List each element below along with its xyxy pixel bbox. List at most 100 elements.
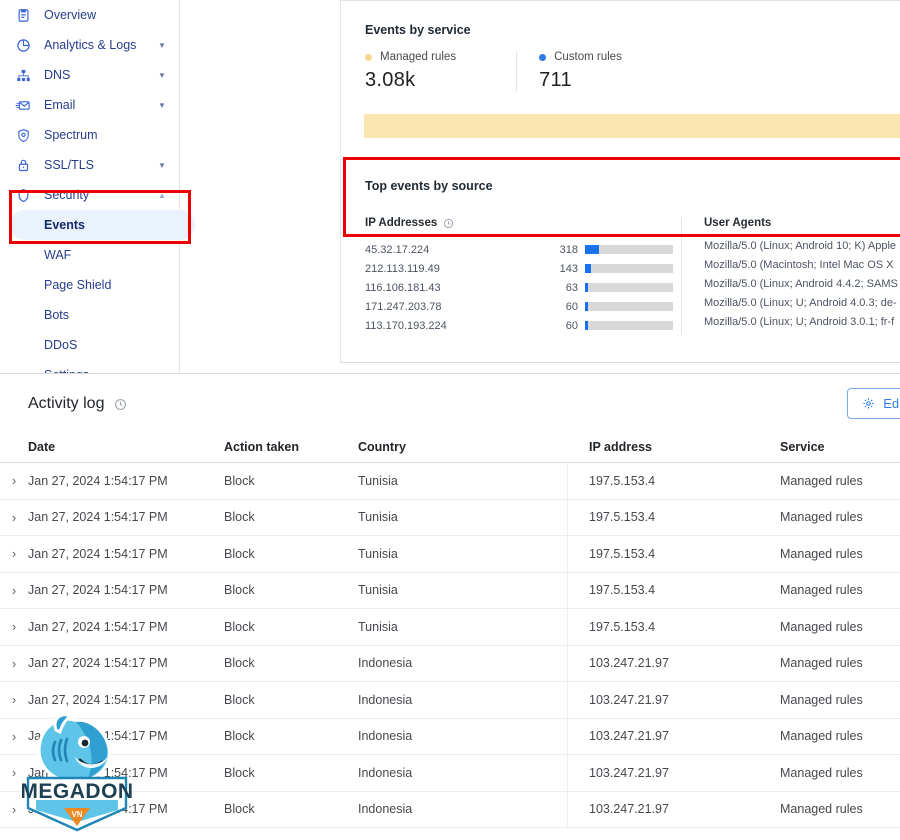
cell-date: Jan 27, 2024 1:54:17 PM	[28, 546, 168, 561]
top-events-by-source-title: Top events by source	[365, 179, 493, 193]
events-by-service-title: Events by service	[365, 23, 471, 37]
cell-country: Tunisia	[358, 536, 568, 572]
table-header-row: Date Action taken Country IP address Ser…	[0, 431, 900, 463]
chevron-up-icon[interactable]: ▲	[155, 191, 169, 200]
sidebar-item-analytics-logs[interactable]: Analytics & Logs ▼	[0, 30, 179, 60]
expand-row-icon[interactable]: ›	[0, 546, 28, 561]
cell-date: Jan 27, 2024 1:54:17 PM	[28, 656, 168, 671]
table-row[interactable]: › Jan 27, 2024 1:54:17 PM Block Indonesi…	[0, 682, 900, 719]
expand-row-icon[interactable]: ›	[0, 510, 28, 525]
expand-row-icon[interactable]: ›	[0, 729, 28, 744]
expand-row-icon[interactable]: ›	[0, 473, 28, 488]
ip-row[interactable]: 171.247.203.78 60	[365, 297, 681, 316]
ip-row[interactable]: 212.113.119.49 143	[365, 259, 681, 278]
sidebar-item-email[interactable]: Email ▼	[0, 90, 179, 120]
cell-action: Block	[224, 765, 255, 780]
table-row[interactable]: › Jan 27, 2024 1:54:17 PM Block Indonesi…	[0, 791, 900, 828]
cell-action: Block	[224, 692, 255, 707]
sidebar-subitem-label: Bots	[44, 308, 70, 322]
sidebar-item-waf[interactable]: WAF	[0, 240, 179, 270]
cell-date: Jan 27, 2024 1:54:17 PM	[28, 692, 168, 707]
custom-rules-label: Custom rules	[554, 51, 622, 63]
expand-row-icon[interactable]: ›	[0, 765, 28, 780]
sidebar-item-settings[interactable]: Settings	[0, 360, 179, 373]
table-row[interactable]: › Jan 27, 2024 1:54:17 PM Block Tunisia …	[0, 499, 900, 536]
table-row[interactable]: › Jan 27, 2024 1:54:17 PM Block Indonesi…	[0, 645, 900, 682]
chevron-down-icon[interactable]: ▼	[155, 41, 169, 50]
column-header-service: Service	[780, 439, 825, 454]
table-row[interactable]: › Jan 27, 2024 1:54:17 PM Block Tunisia …	[0, 463, 900, 500]
expand-row-icon[interactable]: ›	[0, 802, 28, 817]
sidebar-item-bots[interactable]: Bots	[0, 300, 179, 330]
user-agent-row[interactable]: Mozilla/5.0 (Linux; U; Android 3.0.1; fr…	[704, 316, 900, 335]
user-agents-column-header: User Agents	[704, 217, 900, 240]
sidebar-item-ddos[interactable]: DDoS	[0, 330, 179, 360]
cell-action: Block	[224, 473, 255, 488]
ip-row[interactable]: 113.170.193.224 60	[365, 316, 681, 335]
sidebar-item-label: Security	[44, 188, 90, 202]
clock-icon[interactable]	[443, 218, 454, 229]
activity-log-header: Activity log Edit co	[0, 375, 900, 419]
edit-columns-button[interactable]: Edit co	[847, 388, 900, 419]
page-root: Overview Analytics & Logs ▼ DNS ▼ Email …	[0, 0, 900, 840]
sidebar-item-label: Overview	[44, 8, 97, 22]
sidebar-item-overview[interactable]: Overview	[0, 0, 179, 30]
user-agent-row[interactable]: Mozilla/5.0 (Linux; U; Android 4.0.3; de…	[704, 297, 900, 316]
ip-address-value: 113.170.193.224	[365, 319, 447, 332]
chevron-down-icon[interactable]: ▼	[155, 71, 169, 80]
events-by-service-legend-row: Managed rules 3.08k Custom rules 711	[341, 51, 900, 92]
ip-address-value: 212.113.119.49	[365, 262, 440, 275]
cell-ip: 197.5.153.4	[589, 583, 656, 598]
sidebar-item-page-shield[interactable]: Page Shield	[0, 270, 179, 300]
table-row[interactable]: › Jan 27, 2024 1:54:17 PM Block Indonesi…	[0, 718, 900, 755]
cell-action: Block	[224, 546, 255, 561]
user-agent-row[interactable]: Mozilla/5.0 (Linux; Android 4.4.2; SAMS	[704, 278, 900, 297]
cell-date: Jan 27, 2024 1:54:17 PM	[28, 510, 168, 525]
user-agent-row[interactable]: Mozilla/5.0 (Macintosh; Intel Mac OS X	[704, 259, 900, 278]
custom-rules-stat: Custom rules 711	[516, 51, 622, 92]
ip-address-value: 171.247.203.78	[365, 300, 442, 313]
cell-country: Indonesia	[358, 791, 568, 827]
activity-log-title: Activity log	[28, 395, 105, 412]
expand-row-icon[interactable]: ›	[0, 583, 28, 598]
table-row[interactable]: › Jan 27, 2024 1:54:17 PM Block Tunisia …	[0, 572, 900, 609]
activity-log-table: Date Action taken Country IP address Ser…	[0, 431, 900, 828]
cell-country: Tunisia	[358, 609, 568, 645]
cell-date: Jan 27, 2024 1:54:17 PM	[28, 473, 168, 488]
ip-event-count: 63	[565, 281, 578, 294]
ip-row[interactable]: 45.32.17.224 318	[365, 240, 681, 259]
column-header-country: Country	[358, 439, 406, 454]
chevron-down-icon[interactable]: ▼	[155, 161, 169, 170]
cell-service: Managed rules	[780, 546, 863, 561]
sidebar-item-ssl-tls[interactable]: SSL/TLS ▼	[0, 150, 179, 180]
custom-rules-value: 711	[539, 69, 572, 91]
sidebar-subitem-label: DDoS	[44, 338, 78, 352]
chevron-down-icon[interactable]: ▼	[155, 101, 169, 110]
ip-addresses-header-label: IP Addresses	[365, 217, 438, 229]
shield-icon	[14, 186, 32, 204]
table-row[interactable]: › Jan 27, 2024 1:54:17 PM Block Tunisia …	[0, 536, 900, 573]
top-events-by-source-panel: Top events by source IP Addresses 45.32.…	[340, 157, 900, 363]
edit-columns-label: Edit co	[883, 396, 900, 411]
expand-row-icon[interactable]: ›	[0, 692, 28, 707]
expand-row-icon[interactable]: ›	[0, 656, 28, 671]
sidebar-item-spectrum[interactable]: Spectrum	[0, 120, 179, 150]
sidebar-item-dns[interactable]: DNS ▼	[0, 60, 179, 90]
cell-service: Managed rules	[780, 583, 863, 598]
sidebar-item-security[interactable]: Security ▲	[0, 180, 179, 210]
ip-bar-track	[585, 321, 673, 330]
managed-rules-value: 3.08k	[365, 69, 416, 91]
clock-icon[interactable]	[114, 398, 127, 411]
ip-bar-track	[585, 264, 673, 273]
expand-row-icon[interactable]: ›	[0, 619, 28, 634]
sidebar-item-events[interactable]: Events	[10, 210, 195, 240]
table-row[interactable]: › Jan 27, 2024 1:54:17 PM Block Indonesi…	[0, 755, 900, 792]
cell-country: Indonesia	[358, 682, 568, 718]
table-row[interactable]: › Jan 27, 2024 1:54:17 PM Block Tunisia …	[0, 609, 900, 646]
managed-rules-label: Managed rules	[380, 51, 457, 63]
ip-address-value: 45.32.17.224	[365, 243, 430, 256]
sidebar-subitem-label: Events	[44, 218, 85, 232]
user-agent-row[interactable]: Mozilla/5.0 (Linux; Android 10; K) Apple	[704, 240, 900, 259]
ip-event-count: 318	[559, 243, 578, 256]
ip-row[interactable]: 116.106.181.43 63	[365, 278, 681, 297]
